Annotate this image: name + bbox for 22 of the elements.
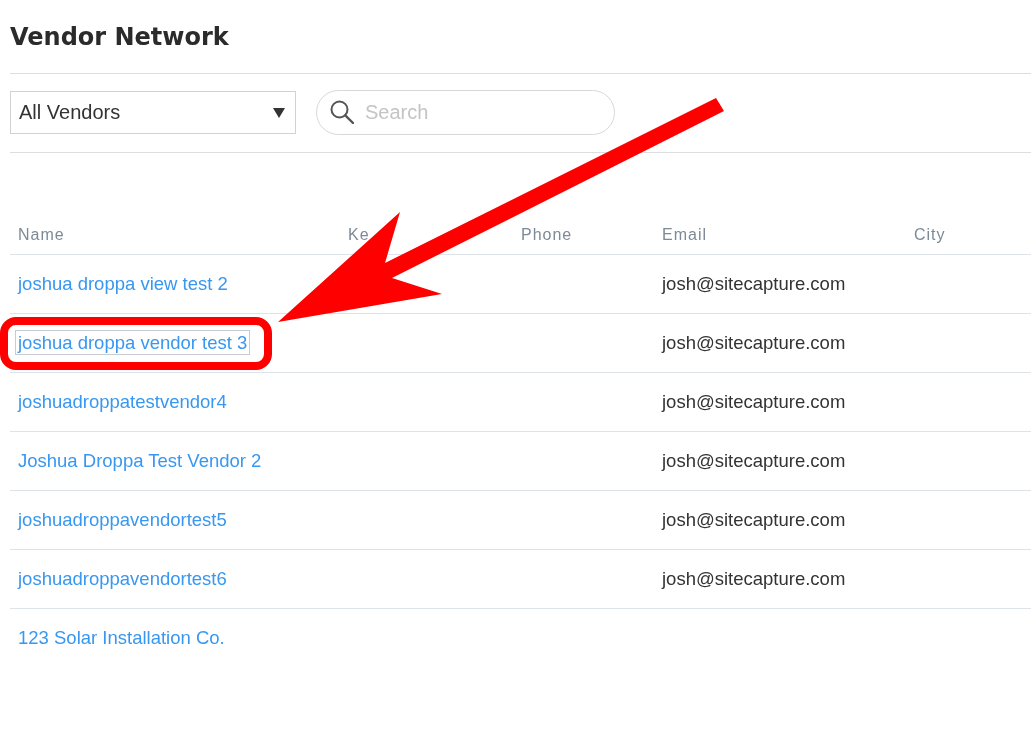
email-cell: josh@sitecapture.com	[662, 332, 846, 353]
search-icon	[330, 100, 354, 124]
email-cell: josh@sitecapture.com	[662, 450, 846, 471]
vendor-name-link[interactable]: 123 Solar Installation Co.	[16, 626, 227, 649]
vendor-name-link[interactable]: Joshua Droppa Test Vendor 2	[16, 449, 264, 472]
search-field[interactable]: Search	[316, 90, 615, 135]
vendor-name-link[interactable]: joshuadroppavendortest6	[16, 567, 229, 590]
email-cell: josh@sitecapture.com	[662, 568, 846, 589]
email-cell: josh@sitecapture.com	[662, 509, 846, 530]
vendor-name-link[interactable]: joshuadroppavendortest5	[16, 508, 229, 531]
column-header: City	[914, 225, 946, 243]
column-header: Name	[18, 225, 65, 243]
email-cell: josh@sitecapture.com	[662, 273, 846, 294]
vendor-name-link[interactable]: joshua droppa view test 2	[16, 272, 230, 295]
caret-icon	[273, 107, 285, 118]
vendor-name-link[interactable]: joshuadroppatestvendor4	[16, 390, 229, 413]
email-cell: josh@sitecapture.com	[662, 391, 846, 412]
vendor-filter-dropdown[interactable]: All Vendors	[10, 91, 296, 134]
column-header: Email	[662, 225, 707, 243]
column-header: Phone	[521, 225, 573, 243]
page-title: Vendor Network	[10, 22, 229, 53]
column-header: Ke	[348, 225, 370, 243]
